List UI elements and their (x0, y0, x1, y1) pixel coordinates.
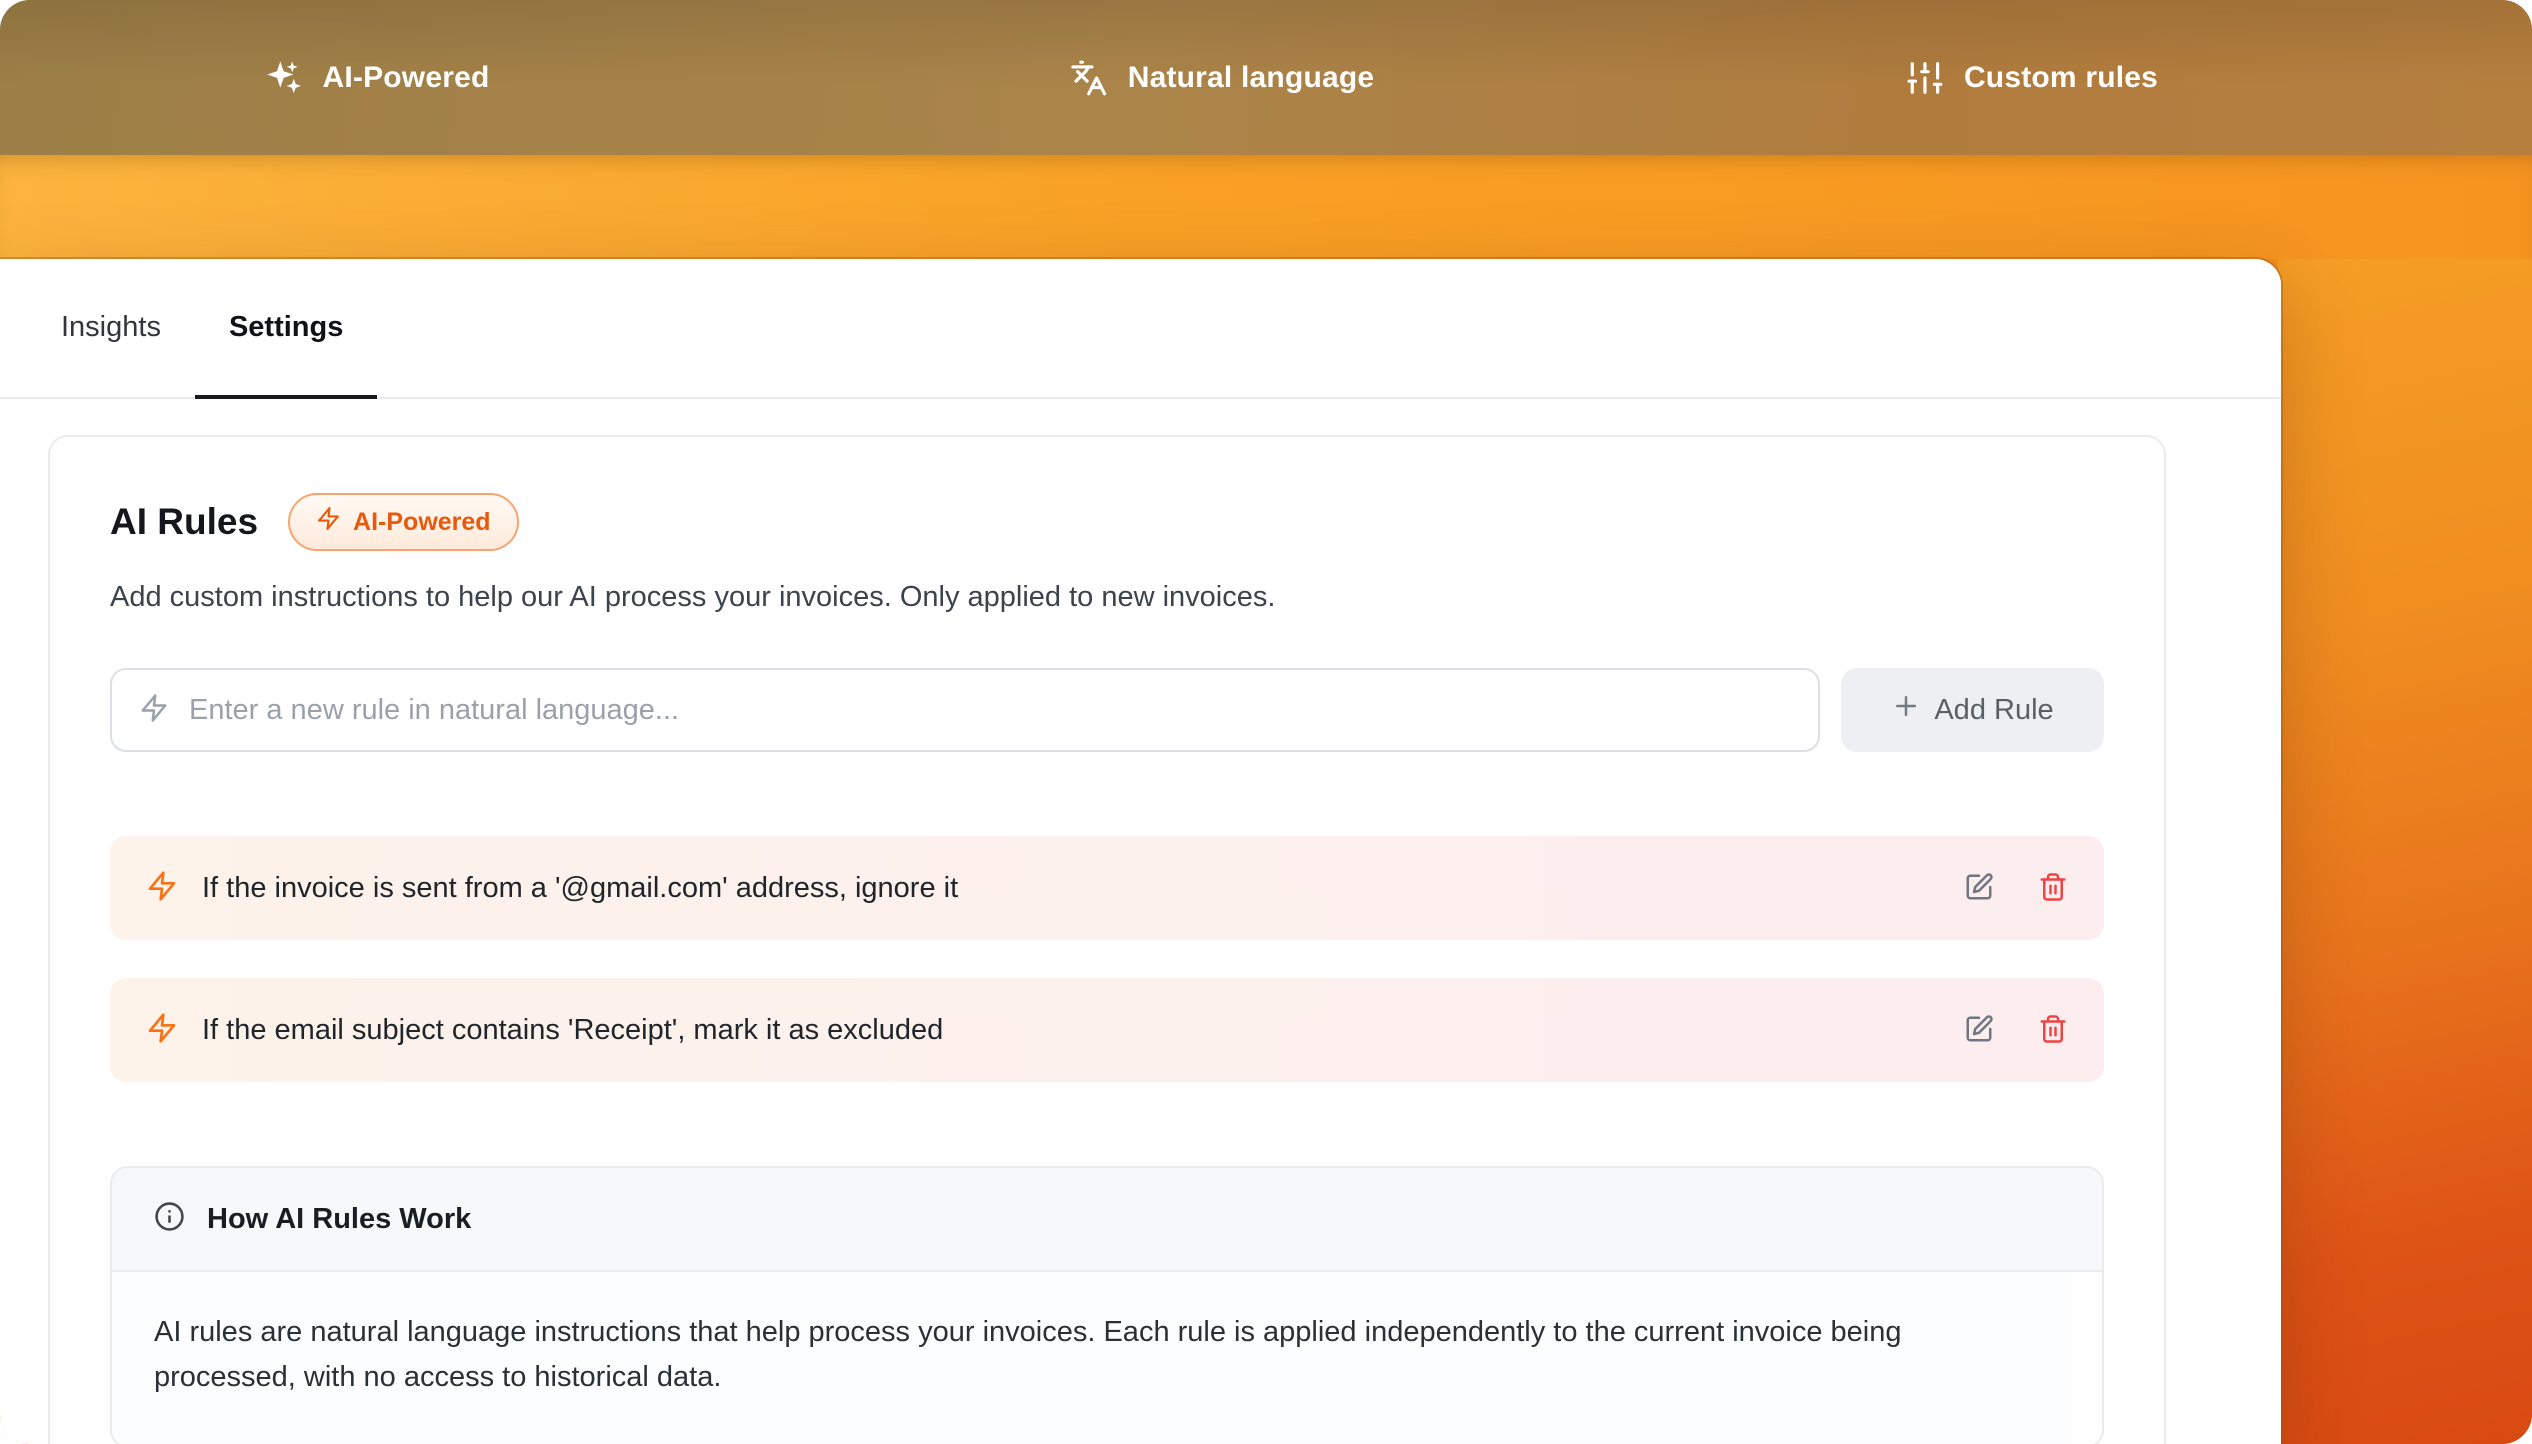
info-title: How AI Rules Work (207, 1203, 471, 1236)
wallpaper-swoosh (2278, 259, 2532, 1444)
new-rule-input-wrap (110, 668, 1820, 752)
delete-rule-button[interactable] (2038, 872, 2068, 905)
feature-custom-rules: Custom rules (1906, 0, 2158, 155)
rule-actions (1964, 1014, 2068, 1047)
rule-actions (1964, 872, 2068, 905)
sparkles-icon (264, 59, 302, 97)
rule-text: If the email subject contains 'Receipt',… (202, 1014, 943, 1047)
plus-icon (1891, 691, 1921, 729)
main-window: Insights Settings AI Rules AI-Powered (0, 259, 2281, 1444)
edit-rule-button[interactable] (1964, 872, 1994, 905)
ai-powered-badge: AI-Powered (288, 493, 519, 551)
rule-row: If the invoice is sent from a '@gmail.co… (110, 836, 2104, 940)
edit-icon (1964, 872, 1994, 905)
trash-icon (2038, 872, 2068, 905)
new-rule-input[interactable] (187, 693, 1791, 728)
delete-rule-button[interactable] (2038, 1014, 2068, 1047)
badge-label: AI-Powered (353, 508, 491, 537)
translate-icon (1070, 59, 1108, 97)
zap-icon (139, 693, 169, 728)
rule-row: If the email subject contains 'Receipt',… (110, 978, 2104, 1082)
trash-icon (2038, 1014, 2068, 1047)
feature-natural-language: Natural language (1070, 0, 1375, 155)
info-icon (154, 1201, 185, 1237)
zap-icon (316, 506, 341, 538)
screen: AI-Powered Natural language Custom rul (0, 0, 2532, 1444)
ai-rules-title: AI Rules (110, 501, 258, 543)
ai-rules-card: AI Rules AI-Powered Add custom instructi… (48, 435, 2166, 1444)
how-rules-work-box: How AI Rules Work AI rules are natural l… (110, 1166, 2104, 1444)
add-rule-label: Add Rule (1934, 694, 2053, 727)
add-rule-button[interactable]: Add Rule (1841, 668, 2104, 752)
top-banner: AI-Powered Natural language Custom rul (0, 0, 2532, 155)
info-header: How AI Rules Work (112, 1168, 2102, 1272)
wallpaper-band (0, 155, 2532, 259)
edit-icon (1964, 1014, 1994, 1047)
sliders-icon (1906, 59, 1944, 97)
feature-ai-powered: AI-Powered (264, 0, 489, 155)
feature-label: AI-Powered (322, 61, 489, 95)
feature-label: Natural language (1128, 61, 1375, 95)
rules-list: If the invoice is sent from a '@gmail.co… (110, 836, 2104, 1082)
feature-label: Custom rules (1964, 61, 2158, 95)
tab-settings[interactable]: Settings (195, 259, 377, 399)
edit-rule-button[interactable] (1964, 1014, 1994, 1047)
card-header: AI Rules AI-Powered (110, 493, 2104, 551)
new-rule-row: Add Rule (110, 668, 2104, 752)
zap-icon (146, 1012, 178, 1049)
info-body: AI rules are natural language instructio… (112, 1272, 2072, 1444)
card-description: Add custom instructions to help our AI p… (110, 581, 2104, 614)
tab-bar: Insights Settings (0, 259, 2281, 399)
zap-icon (146, 870, 178, 907)
rule-text: If the invoice is sent from a '@gmail.co… (202, 872, 958, 905)
tab-insights[interactable]: Insights (27, 259, 195, 399)
settings-content: AI Rules AI-Powered Add custom instructi… (0, 399, 2281, 1444)
